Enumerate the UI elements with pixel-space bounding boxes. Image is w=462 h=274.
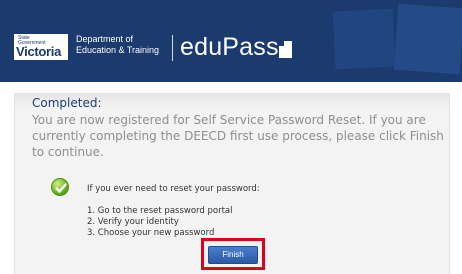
edupass-logo-icon	[279, 41, 292, 58]
logo-victoria-text: Victoria	[16, 44, 62, 59]
decorative-tile	[393, 3, 462, 75]
department-line-2: Education & Training	[76, 45, 160, 55]
brand-divider	[172, 35, 173, 61]
instructions-heading: If you ever need to reset your password:	[87, 184, 260, 194]
list-item: 2. Verify your identity	[87, 217, 179, 227]
reset-steps-list: 1. Go to the reset password portal 2. Ve…	[87, 206, 232, 239]
finish-button[interactable]: Finish	[208, 246, 258, 264]
header-banner: State Government Victoria Department of …	[0, 0, 462, 82]
completed-title: Completed:	[32, 96, 102, 110]
completion-message: You are now registered for Self Service …	[32, 113, 444, 159]
decorative-tile	[332, 8, 396, 70]
department-name: Department of Education & Training	[76, 34, 159, 56]
victoria-logo-block: State Government Victoria Department of …	[14, 34, 159, 62]
check-circle-icon	[51, 178, 69, 196]
list-item: 1. Go to the reset password portal	[87, 206, 233, 216]
department-line-1: Department of	[76, 34, 134, 44]
edupass-brand: eduPass	[180, 33, 279, 61]
victoria-government-logo: State Government Victoria	[14, 34, 68, 60]
